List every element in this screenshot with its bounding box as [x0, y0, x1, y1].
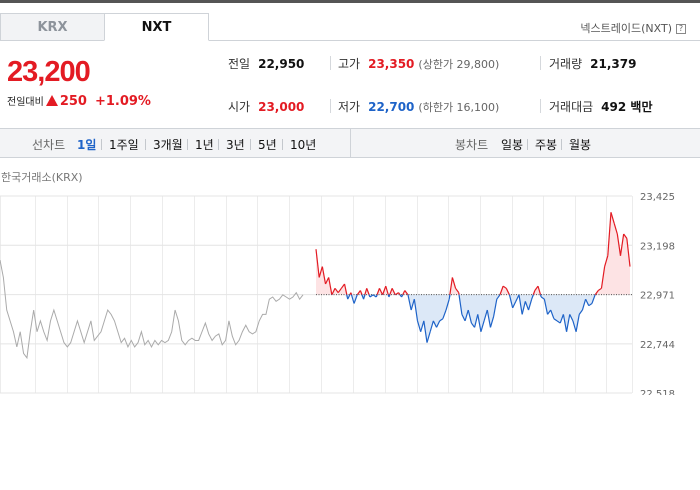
period-1y[interactable]: 1년	[195, 136, 214, 153]
period-1w[interactable]: 1주일	[109, 136, 139, 153]
line-chart-label: 선차트	[32, 138, 66, 152]
change-label: 전일대비	[7, 97, 44, 108]
low-label: 저가	[338, 100, 361, 114]
tab-underline	[209, 40, 700, 41]
period-daily[interactable]: 일봉	[501, 136, 523, 153]
period-weekly[interactable]: 주봉	[535, 136, 557, 153]
area-up-fill	[316, 212, 630, 295]
change-percent: +1.09%	[94, 94, 151, 109]
current-price: 23,200	[7, 56, 91, 88]
up-triangle-icon	[45, 95, 58, 106]
trade-amount-value: 492 백만	[601, 100, 653, 114]
period-10y[interactable]: 10년	[290, 136, 316, 153]
period-divider	[218, 139, 219, 150]
series-main-segment	[388, 294, 391, 298]
low-value: 22,700	[368, 100, 415, 114]
info-low: 저가 22,700 (하한가 16,100)	[338, 98, 499, 115]
series-main-segment	[350, 292, 353, 295]
tab-krx[interactable]: KRX	[0, 13, 105, 41]
area-down-fill	[316, 294, 630, 343]
info-prev-close: 전일 22,950	[228, 55, 304, 72]
period-divider	[282, 139, 283, 150]
upper-limit: (상한가 29,800)	[418, 58, 500, 71]
high-label: 고가	[338, 57, 361, 71]
volume-label: 거래량	[549, 57, 583, 71]
help-icon[interactable]: ?	[676, 24, 686, 34]
info-divider	[330, 56, 331, 70]
period-3y[interactable]: 3년	[226, 136, 245, 153]
price-chart: 23,425 23,198 22,971 22,744 22,518	[0, 192, 675, 395]
period-divider	[187, 139, 188, 150]
info-open: 시가 23,000	[228, 98, 304, 115]
period-divider	[250, 139, 251, 150]
info-divider	[540, 99, 541, 113]
y-tick-label: 23,198	[640, 241, 675, 252]
info-high: 고가 23,350 (상한가 29,800)	[338, 55, 499, 72]
series-main-segment	[448, 294, 451, 300]
period-divider	[145, 139, 146, 150]
high-value: 23,350	[368, 57, 415, 71]
period-bar-divider	[350, 129, 351, 157]
y-tick-label: 22,971	[640, 291, 675, 302]
info-divider	[330, 99, 331, 113]
lower-limit: (하한가 16,100)	[418, 101, 500, 114]
y-tick-label: 22,744	[640, 340, 675, 351]
y-tick-label: 23,425	[640, 192, 675, 203]
top-border-line	[0, 0, 700, 3]
trade-amount-label: 거래대금	[549, 100, 594, 114]
info-divider	[540, 56, 541, 70]
period-divider	[561, 139, 562, 150]
series-main-segment	[375, 294, 378, 298]
nxt-link-label: 넥스트레이드(NXT)	[580, 22, 672, 35]
prev-close-value: 22,950	[258, 57, 305, 71]
price-change: 전일대비 250 +1.09%	[7, 93, 151, 109]
chart-title: 한국거래소(KRX)	[1, 171, 83, 184]
nxt-info-link[interactable]: 넥스트레이드(NXT)?	[580, 20, 686, 36]
info-trade-amount: 거래대금 492 백만	[549, 98, 652, 115]
period-5y[interactable]: 5년	[258, 136, 277, 153]
volume-value: 21,379	[590, 57, 637, 71]
info-volume: 거래량 21,379	[549, 55, 636, 72]
tab-nxt[interactable]: NXT	[104, 13, 209, 41]
open-value: 23,000	[258, 100, 305, 114]
period-monthly[interactable]: 월봉	[569, 136, 591, 153]
open-label: 시가	[228, 100, 251, 114]
series-main-segment	[539, 294, 542, 298]
period-divider	[527, 139, 528, 150]
change-value: 250	[59, 94, 87, 109]
chart-period-bar: 선차트 1일 1주일 3개월 1년 3년 5년 10년 봉차트 일봉 주봉 월봉	[0, 128, 700, 158]
prev-close-label: 전일	[228, 57, 251, 71]
y-tick-label: 22,518	[640, 389, 675, 395]
period-1d[interactable]: 1일	[77, 136, 96, 153]
period-divider	[101, 139, 102, 150]
candle-chart-label: 봉차트	[455, 138, 489, 152]
period-3m[interactable]: 3개월	[153, 136, 183, 153]
